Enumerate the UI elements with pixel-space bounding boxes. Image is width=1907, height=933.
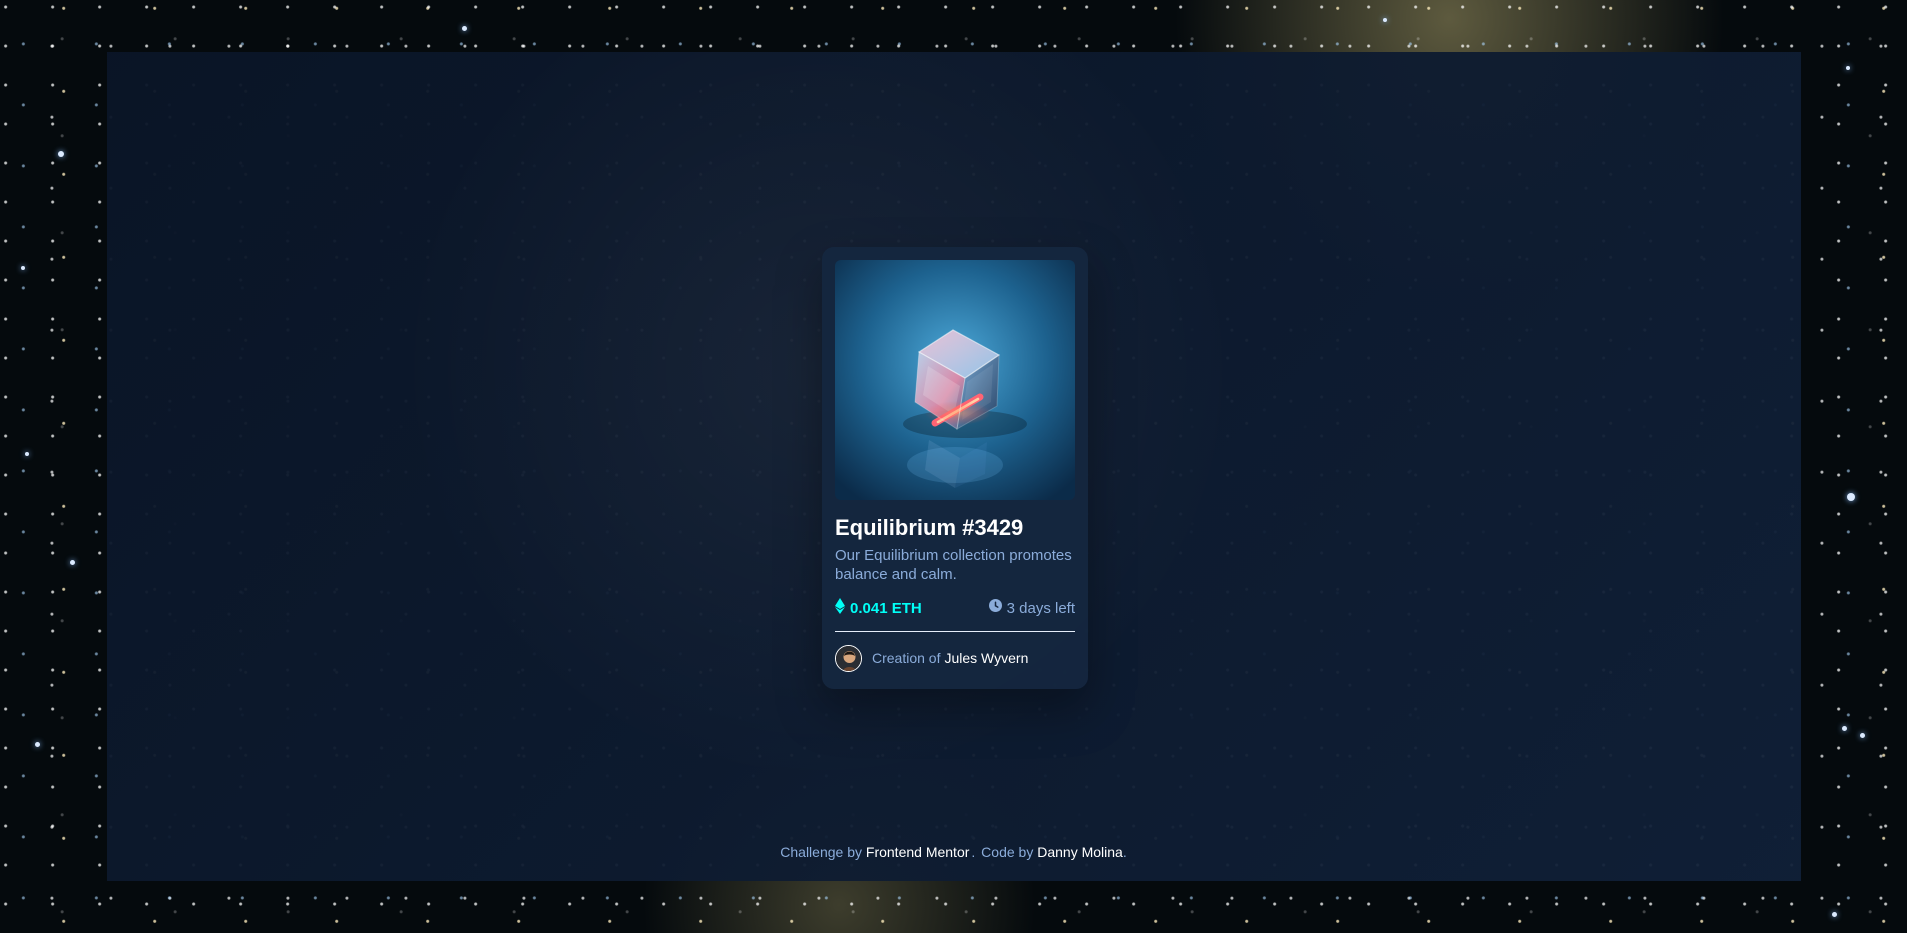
creator-text: Creation of Jules Wyvern [872,650,1028,666]
star [1847,493,1855,501]
star [70,560,75,565]
footer-end-punctuation: . [1122,844,1127,860]
code-prefix: Code by [981,844,1034,860]
footer-separator: . [971,844,976,860]
star [1842,726,1847,731]
frontend-mentor-link[interactable]: Frontend Mentor [866,844,970,860]
nft-title[interactable]: Equilibrium #3429 [835,515,1075,541]
star [1860,733,1865,738]
card-divider [835,631,1075,632]
price-group: 0.041 ETH [835,597,922,619]
creator-name-link[interactable]: Jules Wyvern [944,650,1028,666]
star [1383,18,1387,22]
star [21,266,25,270]
eth-price: 0.041 ETH [850,599,922,617]
author-link[interactable]: Danny Molina [1037,844,1123,860]
star [1832,912,1837,917]
star [35,742,40,747]
star [25,452,29,456]
nft-description: Our Equilibrium collection promotes bala… [835,547,1072,583]
nft-meta-row: 0.041 ETH 3 days left [835,597,1075,619]
avatar [835,644,862,672]
ethereum-icon [835,597,845,619]
creator-prefix: Creation of [872,650,941,666]
creator-row: Creation of Jules Wyvern [835,644,1075,672]
nft-image-link[interactable] [835,260,1075,500]
star [462,26,467,31]
nft-card: Equilibrium #3429 Our Equilibrium collec… [822,247,1088,689]
star [58,151,64,157]
page-footer: Challenge by Frontend Mentor. Code by Da… [0,844,1907,860]
star [1846,66,1850,70]
time-group: 3 days left [988,599,1075,617]
clock-icon [988,599,1002,617]
equilibrium-image [835,260,1075,500]
challenge-prefix: Challenge by [780,844,862,860]
days-left: 3 days left [1006,599,1075,617]
